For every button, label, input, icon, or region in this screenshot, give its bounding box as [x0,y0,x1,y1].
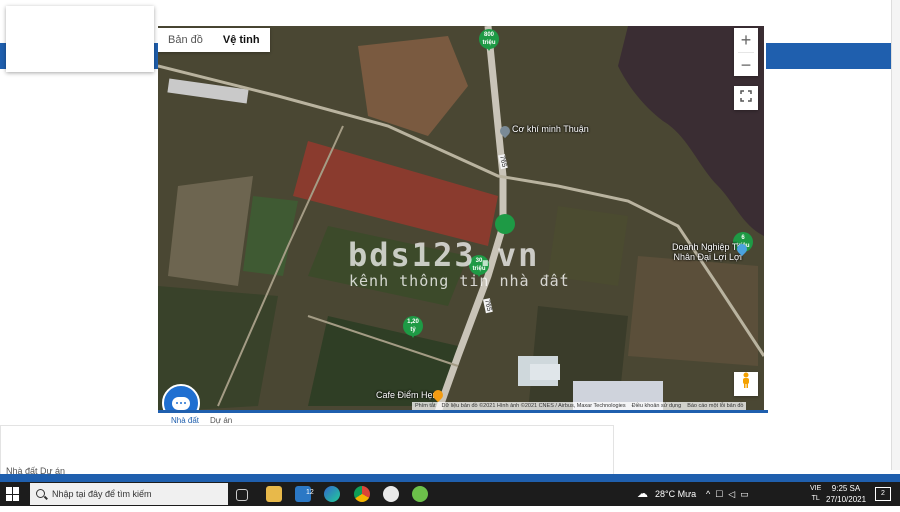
language-sub: TL [811,495,820,502]
pin-unit: tỷ [410,327,416,333]
search-placeholder: Nhập tại đây để tìm kiếm [52,489,152,499]
watermark-title: bds123.vn [348,236,540,274]
zoom-controls: + − [734,28,758,76]
watermark-subtitle: kênh thông tin nhà đất [349,272,570,290]
app2-icon[interactable] [412,486,428,502]
fullscreen-icon [740,90,752,102]
system-tray-icons[interactable]: ^☐◁▭ [706,482,786,506]
satellite-imagery [158,26,764,412]
price-pin[interactable]: 800 triệu [479,29,499,51]
chrome-icon[interactable] [354,486,370,502]
listing-type-tabs: Nhà đất Dự án [158,410,768,425]
map-view-button[interactable]: Bản đồ [158,28,213,52]
poi-label-line: Doanh Nghiệp Tư [672,242,744,252]
pegman-icon [743,372,749,388]
scrollbar-track[interactable] [891,0,900,470]
street-view-pegman[interactable] [734,372,758,396]
pin-value: 1,20 [407,319,419,325]
page-nav-strip-right [766,43,900,69]
map-type-toggle: Bản đồ Vệ tinh [158,28,270,52]
tab-project[interactable]: Dự án [210,416,232,425]
chat-icon [172,396,190,410]
taskbar-clock[interactable]: 9:25 SA 27/10/2021 [826,483,866,505]
zoom-in-button[interactable]: + [734,28,758,52]
weather-text[interactable]: 28°C Mưa [655,482,696,506]
poi-label-line: Nhân Đại Lợi Lợi [673,252,742,262]
app-icon[interactable] [383,486,399,502]
satellite-view-button[interactable]: Vệ tinh [213,28,270,52]
input-language[interactable]: VIE TL [810,484,821,504]
zoom-out-button[interactable]: − [734,53,758,77]
poi-label[interactable]: Cơ khí minh Thuận [512,124,589,134]
mail-badge: 12 [306,489,314,496]
poi-label[interactable]: Cafe Điểm Hẹn [376,390,438,400]
task-view-icon[interactable] [236,489,248,501]
file-explorer-icon[interactable] [266,486,282,502]
background-tabs-text: Nhà đất Dự án [6,466,66,476]
poi-label[interactable]: Doanh Nghiệp Tư Nhân Đại Lợi Lợi [672,242,743,262]
content-area [0,425,614,475]
windows-taskbar: Nhập tại đây để tìm kiếm 12 ☁ 28°C Mưa ^… [0,482,900,506]
pin-value: 800 [483,32,494,38]
fullscreen-button[interactable] [734,86,758,110]
page-footer-strip [0,474,900,482]
clock-date: 27/10/2021 [826,495,867,504]
pin-unit: triệu [482,40,496,46]
windows-start-icon[interactable] [6,487,20,501]
clock-time: 9:25 SA [831,484,861,493]
tab-land[interactable]: Nhà đất [171,416,199,425]
edge-icon[interactable] [324,486,340,502]
listing-left-panel [0,72,159,472]
notification-center-icon[interactable]: 2 [875,487,891,501]
pin-value: 6 [741,235,745,241]
selected-location-marker[interactable] [495,214,515,234]
search-icon [36,489,45,498]
weather-icon[interactable]: ☁ [637,482,649,506]
popup-card [6,6,154,72]
taskbar-search-input[interactable]: Nhập tại đây để tìm kiếm [30,483,228,505]
map-widget[interactable]: Bản đồ Vệ tinh + − 800 triệu 30 triệu 1,… [158,26,764,412]
language-code: VIE [810,485,822,492]
price-pin[interactable]: 1,20 tỷ [403,316,423,338]
